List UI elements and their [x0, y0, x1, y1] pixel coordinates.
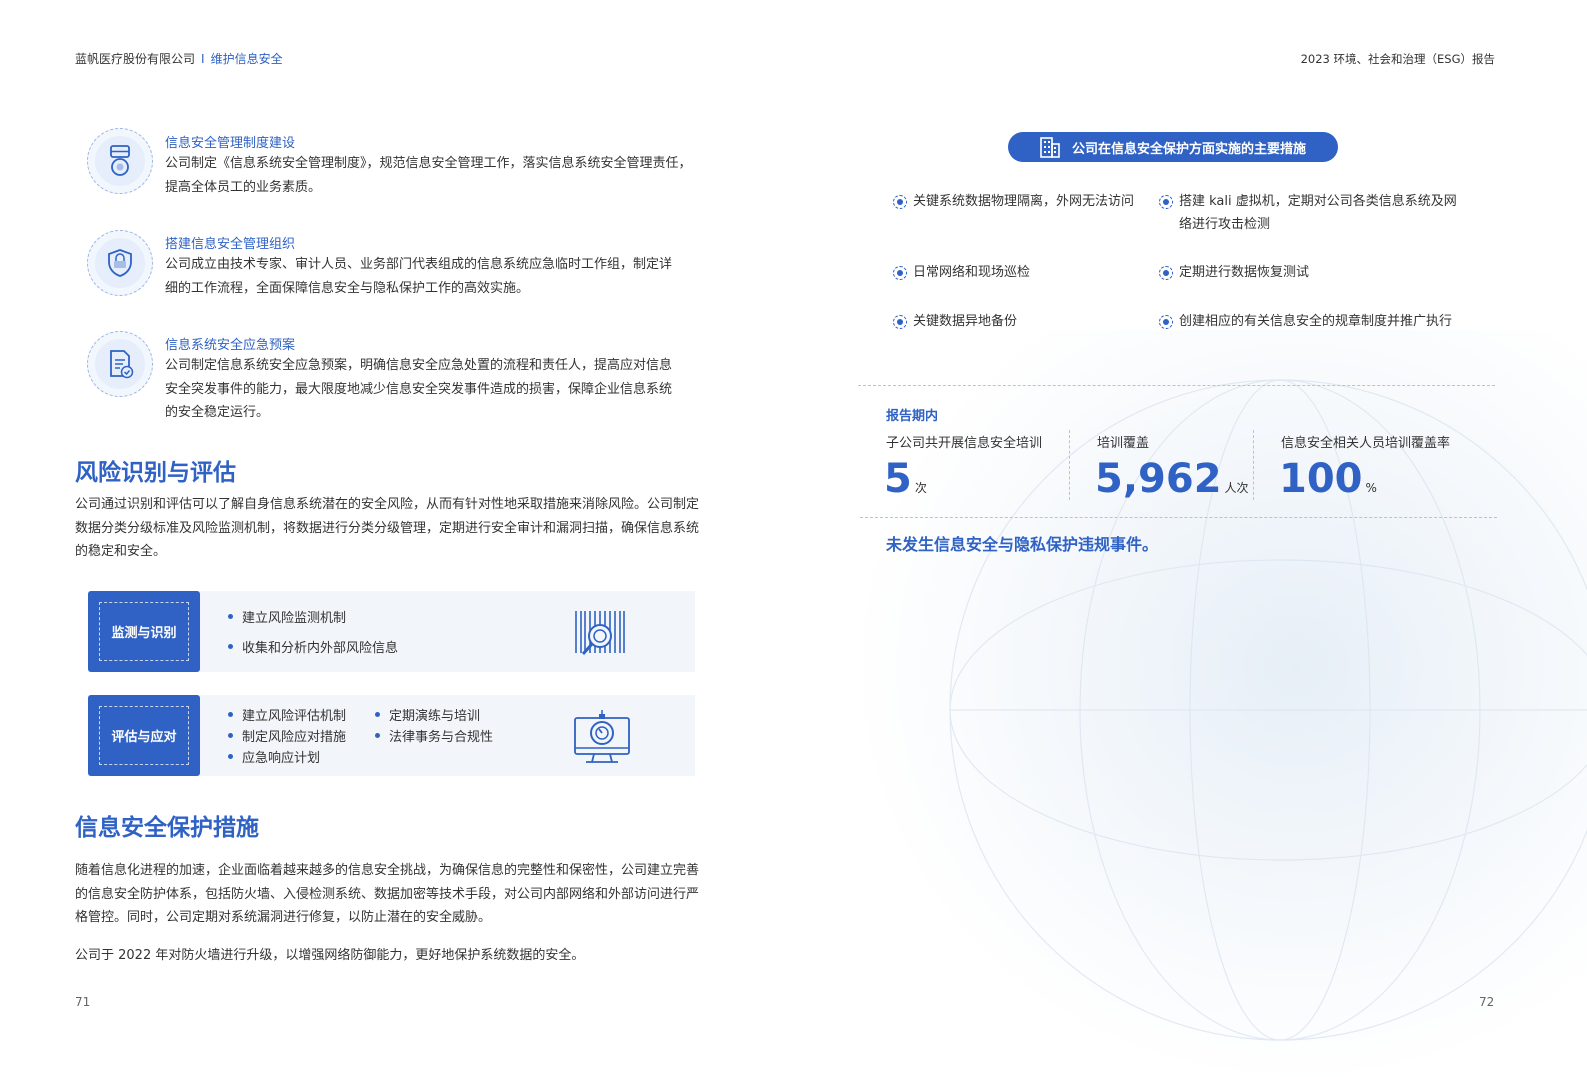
text-line: 提高全体员工的业务素质。	[165, 179, 322, 195]
measure-text: 关键数据异地备份	[913, 314, 1018, 329]
no-incident-statement: 未发生信息安全与隐私保护违规事件。	[886, 535, 1159, 554]
text-line: 细的工作流程，全面保障信息安全与隐私保护工作的高效实施。	[165, 280, 530, 296]
stat-separator	[1253, 430, 1254, 500]
item-title-security-org: 搭建信息安全管理组织	[165, 237, 296, 252]
text-line: 数据分类分级标准及风险监测机制，将数据进行分类分级管理，定期进行安全审计和漏洞扫…	[75, 520, 700, 536]
text-line: 的安全稳定运行。	[165, 405, 270, 420]
measure-text: 关键系统数据物理隔离，外网无法访问	[913, 194, 1135, 209]
text-line: 搭建 kali 虚拟机，定期对公司各类信息系统及网	[1179, 194, 1457, 209]
divider	[860, 517, 1497, 518]
text-line: 格管控。同时，公司定期对系统漏洞进行修复，以防止潜在的安全威胁。	[75, 910, 492, 925]
risk-label-assess: 评估与应对	[88, 695, 200, 776]
measure-item: 关键数据异地备份	[893, 310, 1017, 333]
protect-heading: 信息安全保护措施	[75, 815, 259, 841]
building-icon	[1038, 135, 1062, 159]
measure-item: 搭建 kali 虚拟机，定期对公司各类信息系统及网 络进行攻击检测	[1159, 190, 1457, 236]
bullet-dot-icon	[893, 195, 907, 209]
monitor-stopwatch-icon	[572, 708, 632, 770]
header-separator: I	[201, 52, 205, 66]
stat-value: 100%	[1279, 459, 1377, 508]
stat-value: 5次	[884, 459, 927, 508]
text-line: 络进行攻击检测	[1179, 217, 1271, 232]
stat-number: 100	[1279, 456, 1363, 502]
stat-label: 子公司共开展信息安全培训	[886, 436, 1043, 451]
measure-text: 创建相应的有关信息安全的规章制度并推广执行	[1179, 314, 1453, 329]
risk-paragraph: 公司通过识别和评估可以了解自身信息系统潜在的安全风险，从而有针对性地采取措施来消…	[75, 493, 725, 564]
stat-number: 5	[884, 456, 912, 502]
bullet-dot-icon	[893, 266, 907, 280]
bullet-dot-icon	[893, 315, 907, 329]
divider	[858, 385, 1495, 386]
text-line: 的信息安全防护体系，包括防火墙、入侵检测系统、数据加密等技术手段，对公司内部网络…	[75, 886, 700, 902]
page-number-right: 72	[1479, 995, 1495, 1009]
report-title: 2023 环境、社会和治理（ESG）报告	[1300, 52, 1495, 66]
stat-value: 5,962 人次	[1095, 459, 1249, 508]
bullet-dot-icon	[1159, 266, 1173, 280]
barcode-search-icon	[572, 609, 628, 665]
stat-unit: 次	[914, 481, 927, 495]
text-line: 公司通过识别和评估可以了解自身信息系统潜在的安全风险，从而有针对性地采取措施来消…	[75, 497, 700, 512]
text-line: 的稳定和安全。	[75, 544, 167, 559]
banner-text: 公司在信息安全保护方面实施的主要措施	[1072, 141, 1307, 157]
company-name: 蓝帆医疗股份有限公司	[75, 52, 196, 66]
period-label: 报告期内	[886, 409, 939, 424]
text-line: 公司成立由技术专家、审计人员、业务部门代表组成的信息系统应急临时工作组，制定详	[165, 257, 673, 272]
bullet-dot-icon	[1159, 195, 1173, 209]
bullet-dot-icon	[1159, 315, 1173, 329]
stat-unit: %	[1365, 481, 1377, 495]
stat-number: 5,962	[1095, 456, 1222, 502]
section-name: 维护信息安全	[210, 52, 283, 66]
text-line: 公司制定信息系统安全应急预案，明确信息安全应急处置的流程和责任人，提高应对信息	[165, 358, 673, 373]
measure-text: 定期进行数据恢复测试	[1179, 265, 1310, 280]
bullet-item: 建立风险监测机制	[228, 607, 346, 626]
text-line: 安全突发事件的能力，最大限度地减少信息安全突发事件造成的损害，保障企业信息系统	[165, 381, 673, 397]
bullet-item: 制定风险应对措施	[228, 726, 346, 745]
risk-label-text: 评估与应对	[99, 706, 189, 765]
medal-icon	[87, 128, 153, 194]
firewall-paragraph: 公司于 2022 年对防火墙进行升级，以增强网络防御能力，更好地保护系统数据的安…	[75, 948, 585, 963]
item-body-mgmt-system: 公司制定《信息系统安全管理制度》，规范信息安全管理工作，落实信息系统安全管理责任…	[165, 152, 705, 199]
text-line: 随着信息化进程的加速，企业面临着越来越多的信息安全挑战，为确保信息的完整性和保密…	[75, 863, 700, 878]
page-number-left: 71	[75, 995, 91, 1009]
bullet-item: 收集和分析内外部风险信息	[228, 637, 398, 656]
item-title-mgmt-system: 信息安全管理制度建设	[165, 136, 296, 151]
measure-item: 日常网络和现场巡检	[893, 261, 1030, 284]
measure-text: 搭建 kali 虚拟机，定期对公司各类信息系统及网 络进行攻击检测	[1179, 190, 1457, 236]
bullet-item: 定期演练与培训	[375, 705, 480, 724]
stat-label: 信息安全相关人员培训覆盖率	[1281, 436, 1451, 451]
item-body-emergency-plan: 公司制定信息系统安全应急预案，明确信息安全应急处置的流程和责任人，提高应对信息 …	[165, 354, 705, 425]
measure-text: 日常网络和现场巡检	[913, 265, 1031, 280]
stat-unit: 人次	[1224, 481, 1249, 495]
bullet-item: 法律事务与合规性	[375, 726, 493, 745]
text-line: 公司制定《信息系统安全管理制度》，规范信息安全管理工作，落实信息系统安全管理责任…	[165, 156, 692, 171]
item-title-emergency-plan: 信息系统安全应急预案	[165, 338, 296, 353]
protect-paragraph: 随着信息化进程的加速，企业面临着越来越多的信息安全挑战，为确保信息的完整性和保密…	[75, 859, 725, 930]
bullet-item: 应急响应计划	[228, 747, 320, 766]
risk-label-text: 监测与识别	[99, 602, 189, 661]
shield-icon	[87, 230, 153, 296]
item-body-security-org: 公司成立由技术专家、审计人员、业务部门代表组成的信息系统应急临时工作组，制定详 …	[165, 253, 705, 300]
document-check-icon	[87, 331, 153, 397]
measure-item: 定期进行数据恢复测试	[1159, 261, 1309, 284]
risk-heading: 风险识别与评估	[75, 460, 236, 486]
measure-item: 关键系统数据物理隔离，外网无法访问	[893, 190, 1134, 213]
stat-separator	[1069, 430, 1070, 500]
header-left: 蓝帆医疗股份有限公司 I 维护信息安全	[75, 50, 283, 67]
measures-banner: 公司在信息安全保护方面实施的主要措施	[1008, 132, 1338, 162]
measure-item: 创建相应的有关信息安全的规章制度并推广执行	[1159, 310, 1452, 333]
bullet-item: 建立风险评估机制	[228, 705, 346, 724]
stat-label: 培训覆盖	[1097, 436, 1150, 451]
risk-label-monitor: 监测与识别	[88, 591, 200, 672]
